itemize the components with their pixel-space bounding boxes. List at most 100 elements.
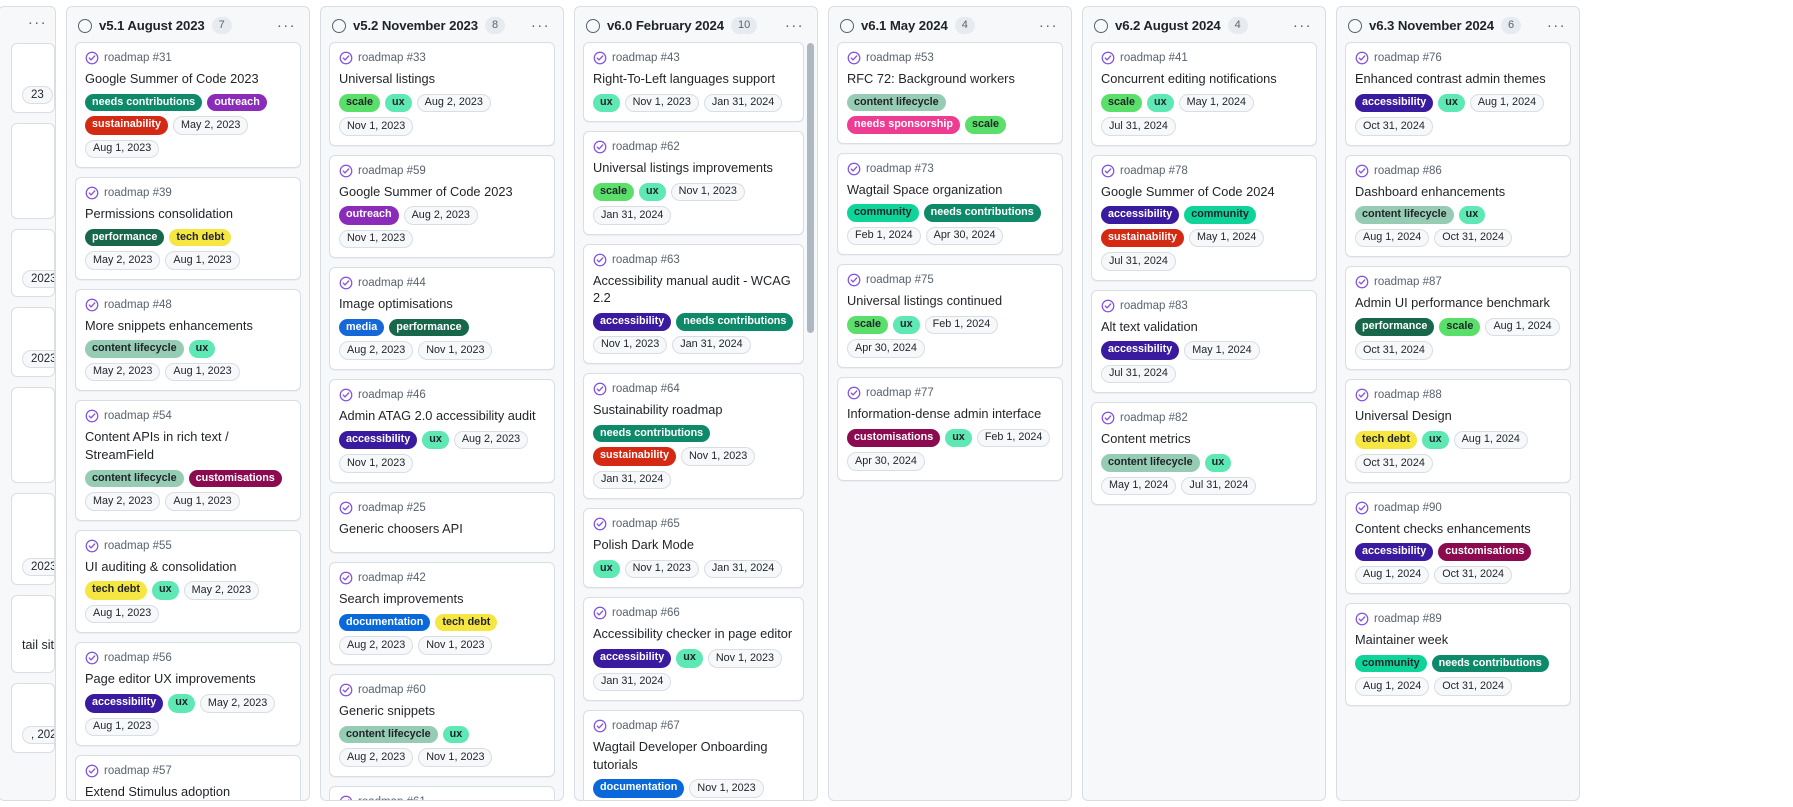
card-title[interactable]: Alt text validation — [1101, 318, 1307, 336]
board-card[interactable]: roadmap #53 RFC 72: Background workers con… — [837, 42, 1063, 144]
column-scrollbar[interactable] — [807, 43, 814, 794]
board-card[interactable]: roadmap #90 Content checks enhancements ac… — [1345, 491, 1571, 595]
card-reference[interactable]: roadmap #59 — [358, 165, 426, 177]
card-title[interactable]: Extend Stimulus adoption — [85, 783, 291, 800]
card-title[interactable]: RFC 72: Background workers — [847, 70, 1053, 88]
board-card[interactable]: roadmap #73 Wagtail Space organization com… — [837, 152, 1063, 256]
card-title[interactable]: Permissions consolidation — [85, 205, 291, 223]
card-reference[interactable]: roadmap #67 — [612, 720, 680, 732]
card-reference[interactable]: roadmap #53 — [866, 52, 934, 64]
card-reference[interactable]: roadmap #75 — [866, 274, 934, 286]
card-reference[interactable]: roadmap #88 — [1374, 389, 1442, 401]
board-card[interactable]: roadmap #46 Admin ATAG 2.0 accessibility … — [329, 378, 555, 483]
card-reference[interactable]: roadmap #66 — [612, 607, 680, 619]
board-card[interactable]: roadmap #60 Generic snippets content lifec… — [329, 673, 555, 777]
card-title[interactable]: Image optimisations — [339, 295, 545, 313]
board-card[interactable]: roadmap #83 Alt text validation accessibil… — [1091, 289, 1317, 394]
card-title[interactable]: Page editor UX improvements — [85, 670, 291, 688]
board-column[interactable]: v6.2 August 2024 4 ··· roadmap #41 Concurren… — [1082, 6, 1326, 801]
board-column[interactable]: v6.3 November 2024 6 ··· roadmap #76 Enhance… — [1336, 6, 1580, 801]
column-menu-icon[interactable]: ··· — [531, 18, 553, 33]
card-title[interactable]: Admin UI performance benchmark — [1355, 294, 1561, 312]
board-card[interactable]: roadmap #86 Dashboard enhancements content… — [1345, 154, 1571, 258]
partial-card[interactable]: 2023 — [11, 493, 55, 585]
card-title[interactable]: Google Summer of Code 2023 — [85, 70, 291, 88]
partial-card[interactable]: , 2023 — [11, 683, 55, 753]
card-reference[interactable]: roadmap #78 — [1120, 165, 1188, 177]
board-card[interactable]: roadmap #39 Permissions consolidation perf… — [75, 177, 301, 280]
column-menu-icon[interactable]: ··· — [1547, 18, 1569, 33]
board-column[interactable]: v5.1 August 2023 7 ··· roadmap #31 Google Su… — [66, 6, 310, 801]
board-card[interactable]: roadmap #33 Universal listings scale ux Aug … — [329, 42, 555, 146]
board-column[interactable]: v6.0 February 2024 10 ··· roadmap #43 Right-… — [574, 6, 818, 801]
board-card[interactable]: roadmap #44 Image optimisations media perfo… — [329, 267, 555, 370]
board-card[interactable]: roadmap #75 Universal listings continued s… — [837, 264, 1063, 368]
card-title[interactable]: Admin ATAG 2.0 accessibility audit — [339, 407, 545, 425]
card-title[interactable]: Accessibility checker in page editor — [593, 625, 794, 643]
card-title[interactable]: Search improvements — [339, 590, 545, 608]
board-card[interactable]: roadmap #67 Wagtail Developer Onboarding … — [583, 710, 804, 800]
card-reference[interactable]: roadmap #65 — [612, 518, 680, 530]
board-card[interactable]: roadmap #61CSP compatibility improvement… — [329, 785, 555, 800]
card-title[interactable]: Generic snippets — [339, 702, 545, 720]
card-title[interactable]: Content metrics — [1101, 430, 1307, 448]
board-card[interactable]: roadmap #54 Content APIs in rich text / S… — [75, 400, 301, 521]
card-reference[interactable]: roadmap #55 — [104, 540, 172, 552]
scrollbar-thumb[interactable] — [807, 43, 814, 333]
board-card[interactable]: roadmap #63 Accessibility manual audit - … — [583, 243, 804, 365]
card-title[interactable]: UI auditing & consolidation — [85, 558, 291, 576]
card-title[interactable]: Sustainability roadmap — [593, 401, 794, 419]
column-menu-icon[interactable]: ··· — [277, 18, 299, 33]
board-column[interactable]: v6.1 May 2024 4 ··· roadmap #53 RFC 72: Back… — [828, 6, 1072, 801]
card-reference[interactable]: roadmap #64 — [612, 383, 680, 395]
card-reference[interactable]: roadmap #73 — [866, 163, 934, 175]
partial-card[interactable]: 2023 — [11, 307, 55, 377]
board-card[interactable]: roadmap #76 Enhanced contrast admin theme… — [1345, 42, 1571, 146]
card-reference[interactable]: roadmap #43 — [612, 52, 680, 64]
card-title[interactable]: Universal listings continued — [847, 292, 1053, 310]
board-card[interactable]: roadmap #57Extend Stimulus adoptioncusto… — [75, 755, 301, 800]
column-menu-icon[interactable]: ··· — [785, 18, 807, 33]
card-reference[interactable]: roadmap #31 — [104, 52, 172, 64]
card-title[interactable]: Universal listings improvements — [593, 159, 794, 177]
board-card[interactable]: roadmap #56 Page editor UX improvements ac… — [75, 642, 301, 747]
card-title[interactable]: More snippets enhancements — [85, 317, 291, 335]
board-card[interactable]: roadmap #62 Universal listings improvemen… — [583, 131, 804, 235]
column-menu-icon[interactable]: ··· — [28, 15, 47, 30]
board-card[interactable]: roadmap #66 Accessibility checker in page… — [583, 597, 804, 702]
card-reference[interactable]: roadmap #42 — [358, 572, 426, 584]
board-card[interactable]: roadmap #77 Information-dense admin inter… — [837, 376, 1063, 481]
card-reference[interactable]: roadmap #25 — [358, 502, 426, 514]
partial-card[interactable]: 2023 — [11, 229, 55, 297]
board-card[interactable]: roadmap #41 Concurrent editing notificati… — [1091, 42, 1317, 146]
board-card[interactable]: roadmap #89 Maintainer week community needs… — [1345, 603, 1571, 706]
partial-card[interactable]: 23 — [11, 43, 55, 113]
column-menu-icon[interactable]: ··· — [1293, 18, 1315, 33]
card-reference[interactable]: roadmap #77 — [866, 387, 934, 399]
card-reference[interactable]: roadmap #57 — [104, 765, 172, 777]
card-reference[interactable]: roadmap #33 — [358, 52, 426, 64]
card-reference[interactable]: roadmap #90 — [1374, 502, 1442, 514]
card-reference[interactable]: roadmap #63 — [612, 254, 680, 266]
card-reference[interactable]: roadmap #82 — [1120, 412, 1188, 424]
card-title[interactable]: Information-dense admin interface — [847, 405, 1053, 423]
card-title[interactable]: Dashboard enhancements — [1355, 183, 1561, 201]
card-title[interactable]: Wagtail Space organization — [847, 181, 1053, 199]
board-card[interactable]: roadmap #78 Google Summer of Code 2024 acc… — [1091, 154, 1317, 281]
card-reference[interactable]: roadmap #76 — [1374, 52, 1442, 64]
partial-card[interactable] — [11, 387, 55, 483]
card-reference[interactable]: roadmap #62 — [612, 141, 680, 153]
board-card[interactable]: roadmap #59 Google Summer of Code 2023 out… — [329, 154, 555, 259]
card-reference[interactable]: roadmap #44 — [358, 277, 426, 289]
board-card[interactable]: roadmap #31 Google Summer of Code 2023 nee… — [75, 42, 301, 169]
card-reference[interactable]: roadmap #56 — [104, 652, 172, 664]
card-title[interactable]: Accessibility manual audit - WCAG 2.2 — [593, 272, 794, 307]
card-title[interactable]: Polish Dark Mode — [593, 536, 794, 554]
board-card[interactable]: roadmap #25 Generic choosers API — [329, 491, 555, 554]
card-title[interactable]: Right-To-Left languages support — [593, 70, 794, 88]
partial-card[interactable] — [11, 123, 55, 219]
partial-column-left[interactable]: ··· 23 2023 2023 2023 tail sites , 2023 — [0, 6, 56, 801]
board-card[interactable]: roadmap #64 Sustainability roadmap needs c… — [583, 373, 804, 500]
card-title[interactable]: Universal listings — [339, 70, 545, 88]
board-column[interactable]: v5.2 November 2023 8 ··· roadmap #33 Univers… — [320, 6, 564, 801]
